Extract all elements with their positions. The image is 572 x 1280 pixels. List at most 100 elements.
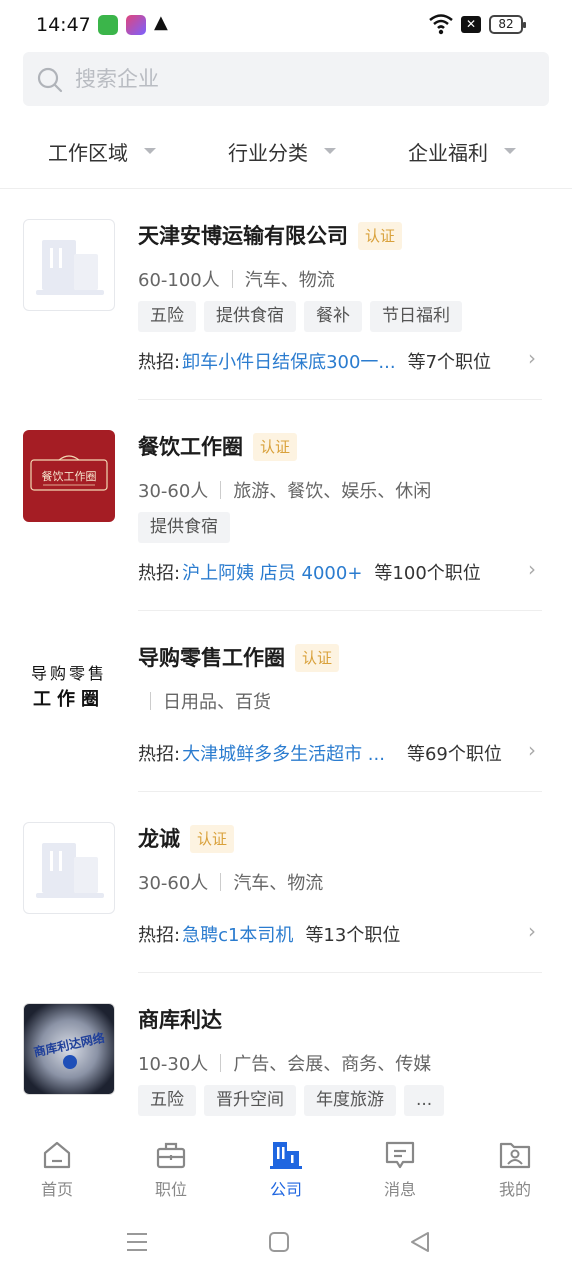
building-placeholder-icon bbox=[36, 843, 104, 898]
hot-jobs[interactable]: 热招: 急聘c1本司机 等13个职位 bbox=[138, 921, 400, 947]
menu-icon[interactable] bbox=[125, 1230, 149, 1254]
hot-label: 热招: bbox=[138, 925, 181, 946]
profile-folder-icon bbox=[499, 1142, 531, 1169]
certified-badge: 认证 bbox=[253, 433, 298, 461]
company-meta: 日用品、百货 bbox=[138, 688, 271, 714]
job-count: 等69个职位 bbox=[406, 744, 502, 765]
company-name: 龙诚 认证 bbox=[138, 823, 235, 853]
company-industry: 汽车、物流 bbox=[244, 270, 335, 291]
benefit-tag: 提供食宿 bbox=[204, 301, 296, 332]
chevron-right-icon[interactable]: › bbox=[528, 919, 536, 943]
chevron-right-icon[interactable]: › bbox=[528, 346, 536, 370]
logo-text: 工作圈 bbox=[33, 688, 105, 710]
home-square-icon[interactable] bbox=[267, 1230, 291, 1254]
benefit-tag: 五险 bbox=[138, 301, 196, 332]
wifi-icon bbox=[429, 14, 453, 35]
company-industry: 汽车、物流 bbox=[233, 873, 324, 894]
sim-off-icon: ✕ bbox=[461, 16, 481, 33]
hot-job-title[interactable]: 急聘c1本司机 bbox=[182, 921, 293, 947]
tab-jobs[interactable]: 职位 bbox=[131, 1140, 211, 1200]
benefit-tag: 年度旅游 bbox=[304, 1085, 396, 1116]
benefit-tags: 五险 提供食宿 餐补 节日福利 bbox=[138, 301, 470, 332]
dropdown-arrow-icon bbox=[324, 148, 336, 154]
company-size: 30-60人 bbox=[138, 481, 209, 502]
benefit-tag: 晋升空间 bbox=[204, 1085, 296, 1116]
company-size: 60-100人 bbox=[138, 270, 220, 291]
benefit-tag: 五险 bbox=[138, 1085, 196, 1116]
chevron-right-icon[interactable]: › bbox=[528, 738, 536, 762]
back-icon[interactable] bbox=[408, 1230, 432, 1254]
hot-job-title[interactable]: 大津城鲜多多生活超市 ... bbox=[182, 740, 385, 766]
tab-label: 首页 bbox=[40, 1180, 73, 1199]
company-meta: 30-60人 汽车、物流 bbox=[138, 869, 323, 895]
logo-text: 导购零售 bbox=[31, 664, 107, 683]
divider bbox=[138, 972, 542, 973]
divider bbox=[138, 610, 542, 611]
tab-label: 消息 bbox=[383, 1180, 416, 1199]
benefit-tag: 节日福利 bbox=[370, 301, 462, 332]
chevron-right-icon[interactable]: › bbox=[528, 557, 536, 581]
hot-jobs[interactable]: 热招: 卸车小件日结保底300一... 等7个职位 bbox=[138, 348, 491, 374]
hot-jobs[interactable]: 热招: 沪上阿姨 店员 4000+ 等100个职位 bbox=[138, 559, 481, 585]
logo-text: 商库利达网络 bbox=[32, 1030, 106, 1060]
hot-label: 热招: bbox=[138, 744, 181, 765]
company-industry: 旅游、餐饮、娱乐、休闲 bbox=[233, 481, 432, 502]
home-icon bbox=[43, 1141, 71, 1169]
separator bbox=[150, 692, 151, 710]
benefit-tags: 五险 晋升空间 年度旅游 ... bbox=[138, 1085, 452, 1116]
company-name: 天津安博运输有限公司 认证 bbox=[138, 220, 403, 250]
company-name: 导购零售工作圈 认证 bbox=[138, 642, 340, 672]
search-input[interactable] bbox=[75, 52, 535, 106]
status-time: 14:47 bbox=[36, 14, 91, 36]
hot-job-title[interactable]: 卸车小件日结保底300一... bbox=[182, 348, 396, 374]
hot-label: 热招: bbox=[138, 563, 181, 584]
benefit-tag: 餐补 bbox=[304, 301, 362, 332]
company-meta: 60-100人 汽车、物流 bbox=[138, 266, 335, 292]
filter-label: 行业分类 bbox=[228, 140, 308, 165]
certified-badge: 认证 bbox=[295, 644, 340, 672]
job-count: 等7个职位 bbox=[407, 352, 492, 373]
company-card[interactable]: 餐饮工作圈 餐饮工作圈 认证 30-60人 旅游、餐饮、娱乐、休闲 提供食宿 热招… bbox=[0, 411, 572, 611]
battery-icon: 82 bbox=[489, 15, 526, 34]
restaurant-logo-icon: 餐饮工作圈 bbox=[30, 455, 108, 491]
company-logo: 导购零售 工作圈 bbox=[23, 641, 115, 733]
company-logo: 餐饮工作圈 bbox=[23, 430, 115, 522]
divider bbox=[138, 791, 542, 792]
tab-home[interactable]: 首页 bbox=[17, 1140, 97, 1200]
separator bbox=[231, 270, 233, 288]
company-size: 10-30人 bbox=[138, 1054, 209, 1075]
certified-badge: 认证 bbox=[190, 825, 235, 853]
tab-label: 职位 bbox=[154, 1180, 187, 1199]
separator bbox=[220, 481, 222, 499]
tab-messages[interactable]: 消息 bbox=[360, 1140, 440, 1200]
tab-profile[interactable]: 我的 bbox=[475, 1140, 555, 1200]
company-card[interactable]: 天津安博运输有限公司 认证 60-100人 汽车、物流 五险 提供食宿 餐补 节日… bbox=[0, 200, 572, 400]
warning-icon: ▲ bbox=[154, 12, 168, 33]
hot-jobs[interactable]: 热招: 大津城鲜多多生活超市 ... 等69个职位 bbox=[138, 740, 502, 766]
building-icon bbox=[270, 1142, 302, 1169]
company-logo-placeholder bbox=[23, 822, 115, 914]
tab-label: 公司 bbox=[269, 1180, 302, 1199]
bottom-tab-bar: 首页 职位 公司 消息 我的 bbox=[0, 1128, 572, 1208]
hot-job-title[interactable]: 沪上阿姨 店员 4000+ bbox=[182, 559, 362, 585]
company-meta: 10-30人 广告、会展、商务、传媒 bbox=[138, 1050, 431, 1076]
benefit-tag-more: ... bbox=[404, 1085, 445, 1116]
calligraphy-logo-icon: 导购零售 工作圈 bbox=[31, 664, 107, 710]
company-industry: 广告、会展、商务、传媒 bbox=[233, 1054, 432, 1075]
logo-text: 餐饮工作圈 bbox=[42, 469, 97, 483]
tab-company[interactable]: 公司 bbox=[246, 1140, 326, 1200]
company-name: 餐饮工作圈 认证 bbox=[138, 431, 298, 461]
company-logo-placeholder bbox=[23, 219, 115, 311]
company-logo: 商库利达网络 bbox=[23, 1003, 115, 1095]
company-card[interactable]: 导购零售 工作圈 导购零售工作圈 认证 日用品、百货 热招: 大津城鲜多多生活超市… bbox=[0, 622, 572, 792]
filter-work-area[interactable]: 工作区域 bbox=[48, 122, 156, 180]
search-bar[interactable] bbox=[23, 52, 549, 106]
company-card[interactable]: 商库利达网络 商库利达 10-30人 广告、会展、商务、传媒 五险 晋升空间 年… bbox=[0, 984, 572, 1128]
filter-benefits[interactable]: 企业福利 bbox=[408, 122, 516, 180]
network-logo-icon: 商库利达网络 bbox=[32, 1030, 106, 1069]
briefcase-icon bbox=[156, 1142, 186, 1169]
separator bbox=[220, 873, 222, 891]
job-count: 等13个职位 bbox=[305, 925, 401, 946]
company-card[interactable]: 龙诚 认证 30-60人 汽车、物流 热招: 急聘c1本司机 等13个职位 › bbox=[0, 803, 572, 973]
filter-industry[interactable]: 行业分类 bbox=[228, 122, 336, 180]
